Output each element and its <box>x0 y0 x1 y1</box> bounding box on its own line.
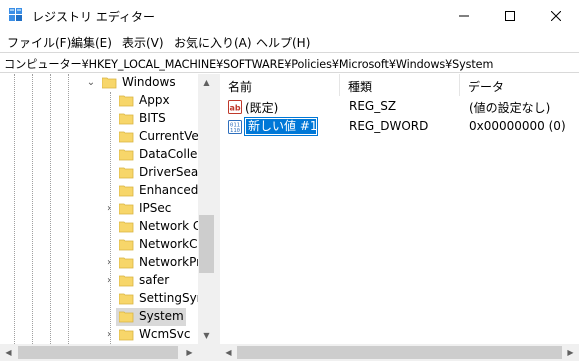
tree-item-settingsync[interactable]: SettingSync <box>0 290 211 308</box>
tree-item-label: WcmSvc <box>139 327 191 341</box>
tree-item-ipsec[interactable]: › IPSec <box>0 200 200 218</box>
tree-item-label: EnhancedS <box>139 183 206 197</box>
svg-text:110: 110 <box>230 128 240 134</box>
folder-icon <box>119 203 134 215</box>
scroll-thumb[interactable] <box>199 215 214 273</box>
tree-item-network-connections[interactable]: Network Co <box>0 218 209 236</box>
rename-input-text[interactable]: 新しい値 #1 <box>246 119 318 134</box>
chevron-right-icon[interactable]: › <box>104 257 114 269</box>
value-row[interactable]: ab (既定) REG_SZ (値の設定なし) <box>220 97 579 117</box>
title-bar: レジストリ エディター <box>0 0 579 31</box>
scroll-thumb[interactable] <box>237 346 562 359</box>
folder-icon <box>119 311 134 323</box>
scroll-up-icon[interactable]: ▲ <box>198 74 215 91</box>
tree-item-label: BITS <box>139 111 166 125</box>
tree-item-wcmsvc[interactable]: › WcmSvc <box>0 326 200 344</box>
folder-icon <box>119 329 134 341</box>
tree-item-datacollection[interactable]: DataCollect <box>0 146 209 164</box>
scroll-thumb[interactable] <box>18 346 178 359</box>
folder-icon <box>119 257 134 269</box>
tree-item-system[interactable]: System <box>0 308 200 326</box>
folder-icon <box>119 221 134 233</box>
value-name: (既定) <box>245 101 279 115</box>
minimize-button[interactable] <box>441 0 487 31</box>
binary-value-icon: 011 110 <box>228 120 242 134</box>
chevron-down-icon[interactable]: ⌄ <box>86 77 96 89</box>
maximize-button[interactable] <box>487 0 533 31</box>
folder-icon <box>119 131 134 143</box>
column-header-data[interactable]: データ <box>460 74 579 96</box>
chevron-right-icon[interactable]: › <box>104 275 114 287</box>
tree-item-appx[interactable]: Appx <box>0 92 200 110</box>
scroll-right-icon[interactable]: ▶ <box>181 344 198 361</box>
folder-icon <box>119 275 134 287</box>
chevron-right-icon[interactable]: › <box>104 203 114 215</box>
tree-item-currentversion[interactable]: CurrentVers <box>0 128 210 146</box>
values-list: 名前 種類 データ ab (既定) REG_SZ (値の設定なし) 011 11… <box>220 74 579 344</box>
folder-icon <box>119 185 134 197</box>
window-title: レジストリ エディター <box>32 10 155 24</box>
menu-edit[interactable]: 編集(E) <box>71 34 112 51</box>
chevron-right-icon[interactable]: › <box>104 329 114 341</box>
tree-vertical-scrollbar[interactable]: ▲ ▼ <box>198 74 215 344</box>
folder-icon <box>119 239 134 251</box>
folder-icon <box>119 293 134 305</box>
tree-item-label: Windows <box>122 75 176 89</box>
scroll-down-icon[interactable]: ▼ <box>198 327 215 344</box>
folder-icon <box>119 149 134 161</box>
tree-item-windows[interactable]: ⌄ Windows <box>0 74 200 92</box>
folder-icon <box>119 167 134 179</box>
tree-item-label: Appx <box>139 93 170 107</box>
tree-item-safer[interactable]: › safer <box>0 272 200 290</box>
close-icon <box>551 10 561 21</box>
menu-favorites[interactable]: お気に入り(A) <box>174 34 252 51</box>
value-data: 0x00000000 (0) <box>469 119 566 133</box>
rename-input[interactable]: 新しい値 #1 <box>244 117 318 136</box>
folder-icon <box>119 95 134 107</box>
menu-bar: ファイル(F) 編集(E) 表示(V) お気に入り(A) ヘルプ(H) <box>0 31 579 51</box>
column-header-name[interactable]: 名前 <box>220 74 340 96</box>
scroll-left-icon[interactable]: ◀ <box>220 344 237 361</box>
value-type: REG_DWORD <box>349 119 429 133</box>
folder-open-icon <box>102 77 117 89</box>
tree-item-label: NetworkCo <box>139 237 205 251</box>
tree-item-networkprovider[interactable]: › NetworkPro <box>0 254 208 272</box>
maximize-icon <box>505 10 515 21</box>
value-type: REG_SZ <box>349 99 397 113</box>
address-path[interactable]: コンピューター¥HKEY_LOCAL_MACHINE¥SOFTWARE¥Poli… <box>4 56 493 72</box>
key-tree: ⌄ Windows Appx BITS CurrentVers DataColl… <box>0 74 215 346</box>
menu-help[interactable]: ヘルプ(H) <box>256 34 310 51</box>
tree-item-driversearching[interactable]: DriverSearc <box>0 164 210 182</box>
folder-icon <box>119 113 134 125</box>
column-header-type[interactable]: 種類 <box>340 74 460 96</box>
tree-item-label: System <box>139 309 184 323</box>
tree-item-label: IPSec <box>139 201 172 215</box>
string-value-icon: ab <box>228 100 242 114</box>
tree-item-bits[interactable]: BITS <box>0 110 200 128</box>
tree-item-enhancedstorage[interactable]: EnhancedS <box>0 182 206 200</box>
close-button[interactable] <box>533 0 579 31</box>
tree-item-networkconnectivity[interactable]: NetworkCo <box>0 236 205 254</box>
values-horizontal-scrollbar[interactable]: ◀ ▶ <box>220 344 579 361</box>
scroll-left-icon[interactable]: ◀ <box>0 344 17 361</box>
registry-editor-icon <box>9 8 22 21</box>
address-bar[interactable]: コンピューター¥HKEY_LOCAL_MACHINE¥SOFTWARE¥Poli… <box>0 52 579 73</box>
scroll-right-icon[interactable]: ▶ <box>562 344 579 361</box>
tree-item-label: safer <box>139 273 170 287</box>
value-row[interactable]: 011 110 新しい値 #1 REG_DWORD 0x00000000 (0) <box>220 117 579 137</box>
menu-file[interactable]: ファイル(F) <box>7 34 71 51</box>
value-data: (値の設定なし) <box>469 101 551 115</box>
tree-horizontal-scrollbar[interactable]: ◀ ▶ <box>0 344 215 361</box>
minimize-icon <box>459 15 469 16</box>
svg-text:ab: ab <box>229 104 240 113</box>
menu-view[interactable]: 表示(V) <box>122 34 164 51</box>
